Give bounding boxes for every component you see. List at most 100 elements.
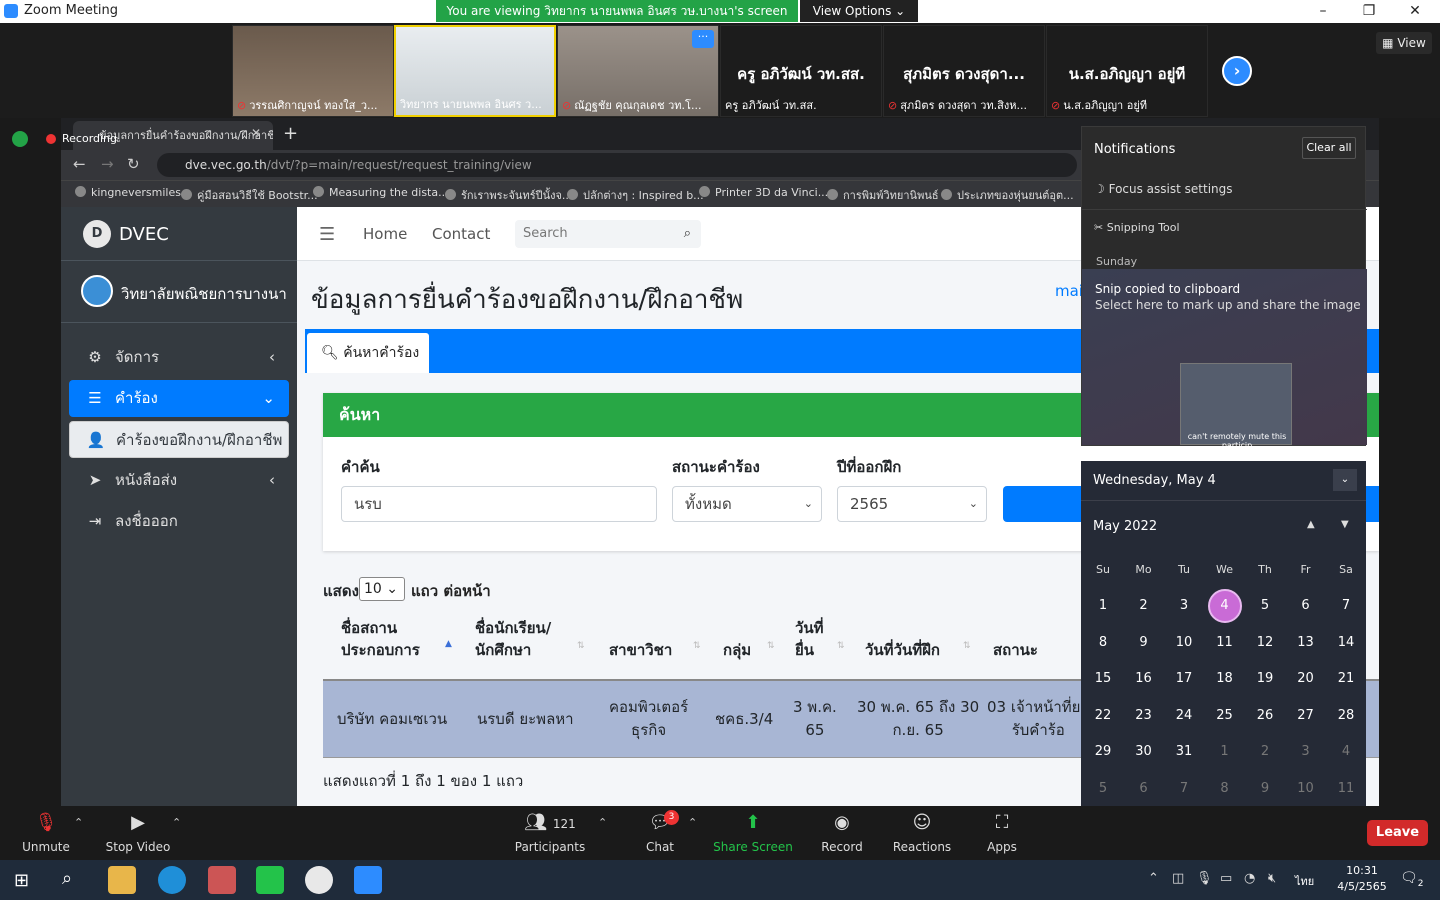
th-period[interactable]: วันที่วันที่ฝึก (865, 639, 940, 661)
calendar-day[interactable]: 6 (1286, 589, 1326, 623)
calendar-day[interactable]: 13 (1286, 626, 1326, 660)
view-button[interactable]: ▦ View (1376, 32, 1432, 54)
sidebar-item-requests[interactable]: ☰ คำร้อง ⌄ (69, 380, 289, 417)
reload-icon[interactable]: ↻ (127, 155, 140, 173)
more-icon[interactable]: ··· (692, 30, 714, 48)
apps-button[interactable]: ⛶ Apps (962, 810, 1042, 854)
bookmark-item[interactable]: การพิมพ์วิทยานิพนธ์ (827, 186, 939, 204)
forward-icon[interactable]: → (101, 155, 114, 173)
windows-start-icon[interactable]: ⊞ (14, 870, 29, 891)
tab-search-request[interactable]: 🔍︎ ค้นหาคำร้อง (307, 333, 429, 373)
calendar-day[interactable]: 1 (1083, 589, 1123, 623)
security-shield-icon[interactable] (12, 131, 28, 147)
bookmark-item[interactable]: kingneversmiles (75, 186, 181, 199)
calendar-day[interactable]: 5 (1083, 772, 1123, 806)
chevron-up-icon[interactable]: ⌃ (688, 816, 697, 829)
calendar-day[interactable]: 2 (1245, 735, 1285, 769)
calendar-day[interactable]: 25 (1205, 699, 1245, 733)
breadcrumb-link[interactable]: mai (1055, 282, 1083, 300)
calendar-day[interactable]: 12 (1245, 626, 1285, 660)
chevron-up-icon[interactable]: ⌃ (74, 816, 83, 829)
video-tile[interactable]: ··· ⊘ ณัฏฐชัย คุณกุลเดช วท.โ... (557, 25, 719, 117)
chevron-up-icon[interactable]: ⌃ (1148, 871, 1159, 886)
calendar-day[interactable]: 31 (1164, 735, 1204, 769)
calendar-day[interactable]: 11 (1205, 626, 1245, 660)
microphone-icon[interactable]: 🎙︎ (1196, 871, 1213, 886)
calendar-day[interactable]: 26 (1245, 699, 1285, 733)
calendar-day[interactable]: 9 (1124, 626, 1164, 660)
nav-home[interactable]: Home (363, 225, 407, 243)
calendar-day[interactable]: 29 (1083, 735, 1123, 769)
calendar-day[interactable]: 27 (1286, 699, 1326, 733)
reactions-button[interactable]: ☺ Reactions (882, 810, 962, 854)
calendar-day[interactable]: 30 (1124, 735, 1164, 769)
video-tile[interactable]: ครู อภิวัฒน์ วท.สส. ครู อภิวัฒน์ วท.สส. (720, 25, 882, 117)
calendar-day[interactable]: 6 (1124, 772, 1164, 806)
status-select[interactable]: ทั้งหมด ⌄ (672, 486, 822, 522)
input-language[interactable]: ไทย (1295, 872, 1314, 890)
stop-video-button[interactable]: ▶︎ Stop Video (98, 810, 178, 854)
sidebar-item-manage[interactable]: ⚙ จัดการ ‹ (69, 339, 289, 376)
video-tile[interactable]: สุภมิตร ดวงสุดา... ⊘ สุภมิตร ดวงสุดา วท.ส… (883, 25, 1045, 117)
meet-now-icon[interactable]: ◫ (1172, 871, 1184, 886)
video-tile-speaker[interactable]: วิทยากร นายนพพล อินศร ว... (394, 25, 556, 117)
video-tile[interactable]: น.ส.อภิญญา อยู่ที ⊘ น.ส.อภิญญา อยู่ที (1046, 25, 1208, 117)
search-icon[interactable]: ⌕ (62, 868, 72, 889)
th-status[interactable]: สถานะ (993, 639, 1038, 661)
app-icon[interactable] (208, 866, 236, 894)
calendar-day[interactable]: 10 (1286, 772, 1326, 806)
th-major[interactable]: สาขาวิชา (609, 639, 672, 661)
zoom-taskbar-icon[interactable] (354, 866, 382, 894)
battery-icon[interactable]: ▭ (1220, 871, 1232, 886)
th-company[interactable]: ชื่อสถาน ประกอบการ (341, 617, 420, 661)
bookmark-item[interactable]: Printer 3D da Vinci... (699, 186, 828, 199)
keyword-input[interactable]: นรบ (341, 486, 657, 522)
record-button[interactable]: ◉ Record (802, 810, 882, 854)
sidebar-item-letters[interactable]: ➤ หนังสือส่ง ‹ (69, 462, 289, 499)
sidebar-item-training-request[interactable]: 👤 คำร้องขอฝึกงาน/ฝึกอาชีพ (69, 421, 289, 458)
calendar-day[interactable]: 21 (1326, 662, 1366, 696)
calendar-day[interactable]: 1 (1205, 735, 1245, 769)
calendar-day[interactable]: 23 (1124, 699, 1164, 733)
close-icon[interactable]: ✕ (1392, 0, 1438, 23)
calendar-day[interactable]: 16 (1124, 662, 1164, 696)
bookmark-item[interactable]: รักเราพระจันทร์ปีนั้งจ... (445, 186, 572, 204)
calendar-day[interactable]: 9 (1245, 772, 1285, 806)
next-page-arrow-icon[interactable]: › (1222, 56, 1252, 86)
calendar-day[interactable]: 24 (1164, 699, 1204, 733)
minimize-icon[interactable]: – (1300, 0, 1346, 23)
th-group[interactable]: กลุ่ม (723, 639, 751, 661)
calendar-day[interactable]: 5 (1245, 589, 1285, 623)
calendar-day[interactable]: 28 (1326, 699, 1366, 733)
chevron-down-icon[interactable]: ⌄ (1333, 469, 1357, 491)
edge-icon[interactable] (158, 866, 186, 894)
calendar-day[interactable]: 2 (1124, 589, 1164, 623)
bookmark-item[interactable]: ปลักต่างๆ : Inspired b... (567, 186, 704, 204)
back-icon[interactable]: ← (73, 155, 86, 173)
nav-contact[interactable]: Contact (432, 225, 490, 243)
action-center-icon[interactable]: 🗨︎2 (1400, 870, 1424, 889)
clock[interactable]: 10:31 4/5/2565 (1328, 863, 1396, 895)
next-month-icon[interactable]: ▼ (1341, 519, 1349, 530)
user-panel[interactable]: วิทยาลัยพณิชยการบางนา (61, 261, 297, 323)
chevron-up-icon[interactable]: ⌃ (598, 816, 607, 829)
snip-notification[interactable]: Snip copied to clipboard Select here to … (1082, 269, 1367, 450)
month-label[interactable]: May 2022 (1093, 519, 1157, 534)
search-input[interactable]: Search ⌕ (515, 220, 701, 248)
chevron-up-icon[interactable]: ⌃ (172, 816, 181, 829)
bookmark-item[interactable]: Measuring the dista... (313, 186, 449, 199)
calendar-day[interactable]: 3 (1164, 589, 1204, 623)
sidebar-item-logout[interactable]: ⇥ ลงชื่อออก (69, 503, 289, 540)
tab-close-icon[interactable]: ✕ (251, 126, 261, 140)
video-tile[interactable]: ⊘ วรรณศิกาญจน์ ทองใส_ว... (232, 25, 394, 117)
calendar-day[interactable]: 11 (1326, 772, 1366, 806)
hamburger-icon[interactable]: ☰ (319, 224, 335, 245)
view-options-button[interactable]: View Options ⌄ (800, 0, 918, 22)
brand[interactable]: D DVEC (61, 207, 297, 261)
calendar-day[interactable]: 18 (1205, 662, 1245, 696)
th-student[interactable]: ชื่อนักเรียน/นักศึกษา (475, 617, 551, 661)
bookmark-item[interactable]: ประเภทของหุ่นยนต์อุต... (941, 186, 1074, 204)
calendar-day[interactable]: 10 (1164, 626, 1204, 660)
calendar-day[interactable]: 19 (1245, 662, 1285, 696)
share-screen-button[interactable]: ⬆ Share Screen (713, 810, 793, 854)
